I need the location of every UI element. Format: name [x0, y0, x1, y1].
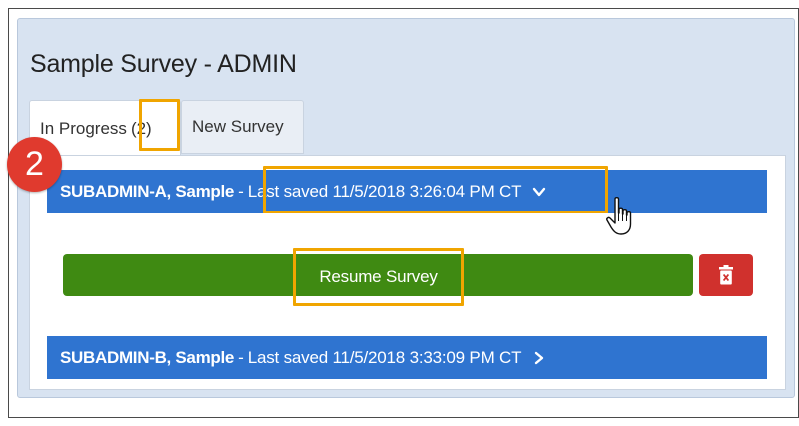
count-highlight [139, 99, 180, 151]
delete-survey-button[interactable] [699, 254, 753, 296]
entry-name: SUBADMIN-B, Sample [60, 347, 235, 367]
chevron-right-icon[interactable] [531, 350, 547, 366]
page-title: Sample Survey - ADMIN [30, 50, 297, 78]
trash-icon [719, 265, 733, 285]
entry-name: SUBADMIN-A, Sample [60, 181, 235, 201]
survey-entry-b[interactable]: SUBADMIN-B, Sample - Last saved 11/5/201… [47, 336, 767, 379]
tab-new-survey[interactable]: New Survey [181, 100, 304, 154]
resume-survey-label[interactable]: Resume Survey [293, 248, 464, 306]
entry-last-saved: Last saved 11/5/2018 3:33:09 PM CT [247, 347, 522, 367]
tab-new-survey-label: New Survey [192, 117, 284, 136]
entry-separator: - [238, 181, 244, 201]
step-badge: 2 [7, 137, 62, 192]
last-saved-highlight [263, 166, 608, 214]
tab-in-progress-label: In Progress [40, 118, 127, 138]
hand-cursor-icon [606, 197, 632, 235]
entry-separator: - [238, 347, 244, 367]
